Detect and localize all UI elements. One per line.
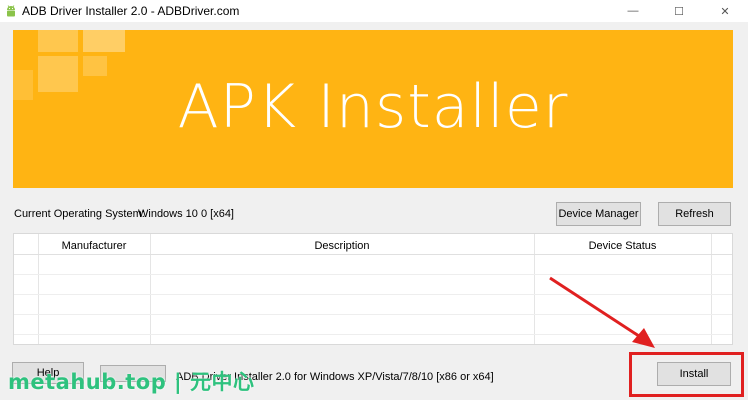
os-value: Windows 10 0 [x64] — [138, 208, 234, 220]
android-icon — [7, 5, 15, 17]
row-divider — [14, 334, 732, 335]
banner-title: APK Installer — [177, 72, 569, 142]
close-button[interactable]: ✕ — [702, 0, 748, 22]
row-divider — [14, 254, 732, 255]
watermark: metahub.top | 元中心 — [8, 370, 255, 394]
minimize-button[interactable]: — — [610, 0, 656, 22]
row-divider — [14, 294, 732, 295]
column-header-manufacturer[interactable]: Manufacturer — [38, 240, 150, 252]
column-divider — [711, 234, 712, 344]
title-bar[interactable]: ADB Driver Installer 2.0 - ADBDriver.com… — [0, 0, 748, 22]
device-manager-button[interactable]: Device Manager — [556, 202, 641, 226]
refresh-button[interactable]: Refresh — [658, 202, 731, 226]
highlight-box — [629, 352, 744, 397]
app-window: ADB Driver Installer 2.0 - ADBDriver.com… — [0, 0, 748, 400]
apk-installer-banner: APK Installer — [13, 30, 733, 188]
banner-decor-square — [38, 30, 78, 52]
column-header-device-status[interactable]: Device Status — [534, 240, 711, 252]
maximize-button[interactable]: ☐ — [656, 0, 702, 22]
column-header-description[interactable]: Description — [150, 240, 534, 252]
row-divider — [14, 274, 732, 275]
os-label: Current Operating System: — [14, 208, 145, 220]
row-divider — [14, 314, 732, 315]
window-title: ADB Driver Installer 2.0 - ADBDriver.com — [22, 4, 240, 18]
device-table[interactable]: Manufacturer Description Device Status — [13, 233, 733, 345]
banner-decor-square — [83, 30, 125, 52]
